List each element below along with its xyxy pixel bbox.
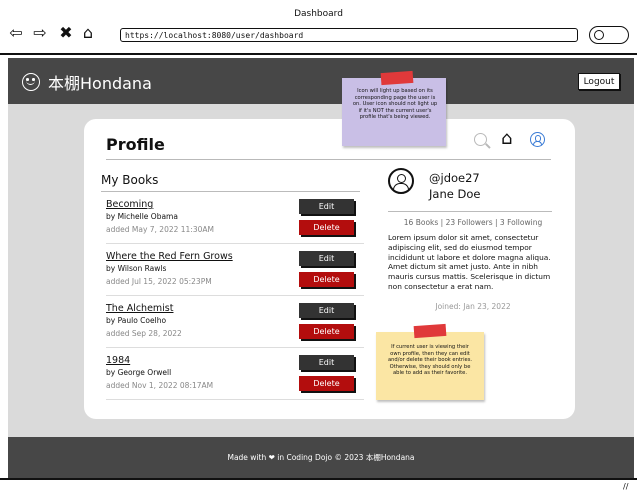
book-item: Becoming by Michelle Obama added May 7, … [106, 199, 364, 247]
window-title: Dashboard [294, 9, 343, 19]
delete-button[interactable]: Delete [299, 272, 354, 287]
book-author: by Michelle Obama [106, 212, 178, 221]
smiley-logo-icon [22, 73, 40, 91]
book-title-link[interactable]: The Alchemist [106, 303, 173, 314]
edit-button[interactable]: Edit [299, 199, 354, 214]
search-icon[interactable] [474, 133, 487, 146]
tape-strip [380, 70, 414, 86]
page-title: Profile [106, 135, 165, 154]
app-viewport: 本棚Hondana Logout Profile ⌂ My Books Beco… [8, 58, 634, 478]
close-icon[interactable]: ✖ [56, 23, 76, 43]
user-bio: Lorem ipsum dolor sit amet, consectetur … [388, 233, 551, 291]
sticky-note-text: Icon will light up based on its correspo… [352, 88, 438, 121]
book-added-date: added Sep 28, 2022 [106, 329, 182, 338]
delete-button[interactable]: Delete [299, 324, 354, 339]
book-author: by George Orwell [106, 368, 172, 377]
resize-grip-icon[interactable]: // [623, 482, 628, 491]
book-author: by Paulo Coelho [106, 316, 167, 325]
profile-card: Profile ⌂ My Books Becoming by Michelle … [84, 119, 575, 419]
user-stats: 16 Books | 23 Followers | 3 Following [403, 218, 543, 227]
profile-divider [388, 211, 552, 212]
edit-button[interactable]: Edit [299, 251, 354, 266]
back-arrow-icon[interactable]: ⇦ [6, 23, 26, 43]
row-divider [106, 347, 364, 348]
footer: Made with ❤ in Coding Dojo © 2023 本棚Hond… [8, 437, 634, 478]
user-avatar-icon [388, 168, 414, 194]
book-item: The Alchemist by Paulo Coelho added Sep … [106, 303, 364, 351]
book-title-link[interactable]: Where the Red Fern Grows [106, 251, 233, 262]
edit-button[interactable]: Edit [299, 355, 354, 370]
sticky-note-icons: Icon will light up based on its correspo… [342, 70, 446, 146]
address-bar[interactable]: https://localhost:8080/user/dashboard [120, 28, 578, 42]
row-divider [106, 399, 364, 400]
logout-button[interactable]: Logout [578, 73, 620, 90]
browser-chrome: Dashboard ⇦ ⇨ ✖ ⌂ https://localhost:8080… [0, 0, 637, 56]
search-icon [594, 30, 604, 40]
brand[interactable]: 本棚Hondana [22, 70, 152, 94]
my-books-heading: My Books [101, 173, 159, 187]
book-item: 1984 by George Orwell added Nov 1, 2022 … [106, 355, 364, 403]
brand-name: 本棚Hondana [48, 74, 152, 93]
edit-button[interactable]: Edit [299, 303, 354, 318]
browser-search-button[interactable] [589, 26, 629, 44]
book-added-date: added May 7, 2022 11:30AM [106, 225, 214, 234]
forward-arrow-icon[interactable]: ⇨ [30, 23, 50, 43]
user-profile-icon[interactable] [530, 132, 545, 147]
book-item: Where the Red Fern Grows by Wilson Rawls… [106, 251, 364, 299]
top-nav: 本棚Hondana Logout [8, 58, 634, 104]
user-handle: @jdoe27 [429, 171, 480, 185]
book-title-link[interactable]: Becoming [106, 199, 153, 210]
header-divider [106, 159, 551, 160]
book-author: by Wilson Rawls [106, 264, 167, 273]
books-divider [101, 191, 360, 192]
row-divider [106, 243, 364, 244]
tape-strip [413, 323, 447, 339]
user-name: Jane Doe [429, 187, 481, 201]
sticky-note-text: If current user is viewing their own pro… [387, 344, 473, 377]
book-added-date: added Jul 15, 2022 05:23PM [106, 277, 212, 286]
joined-date: Joined: Jan 23, 2022 [435, 302, 511, 311]
book-title-link[interactable]: 1984 [106, 355, 130, 366]
home-outline-icon[interactable]: ⌂ [78, 23, 98, 43]
sticky-note-ownership: If current user is viewing their own pro… [376, 323, 484, 400]
delete-button[interactable]: Delete [299, 220, 354, 235]
window-bottom-border [0, 478, 637, 480]
home-icon[interactable]: ⌂ [501, 130, 512, 148]
row-divider [106, 295, 364, 296]
chrome-divider [0, 53, 637, 55]
delete-button[interactable]: Delete [299, 376, 354, 391]
book-added-date: added Nov 1, 2022 08:17AM [106, 381, 214, 390]
